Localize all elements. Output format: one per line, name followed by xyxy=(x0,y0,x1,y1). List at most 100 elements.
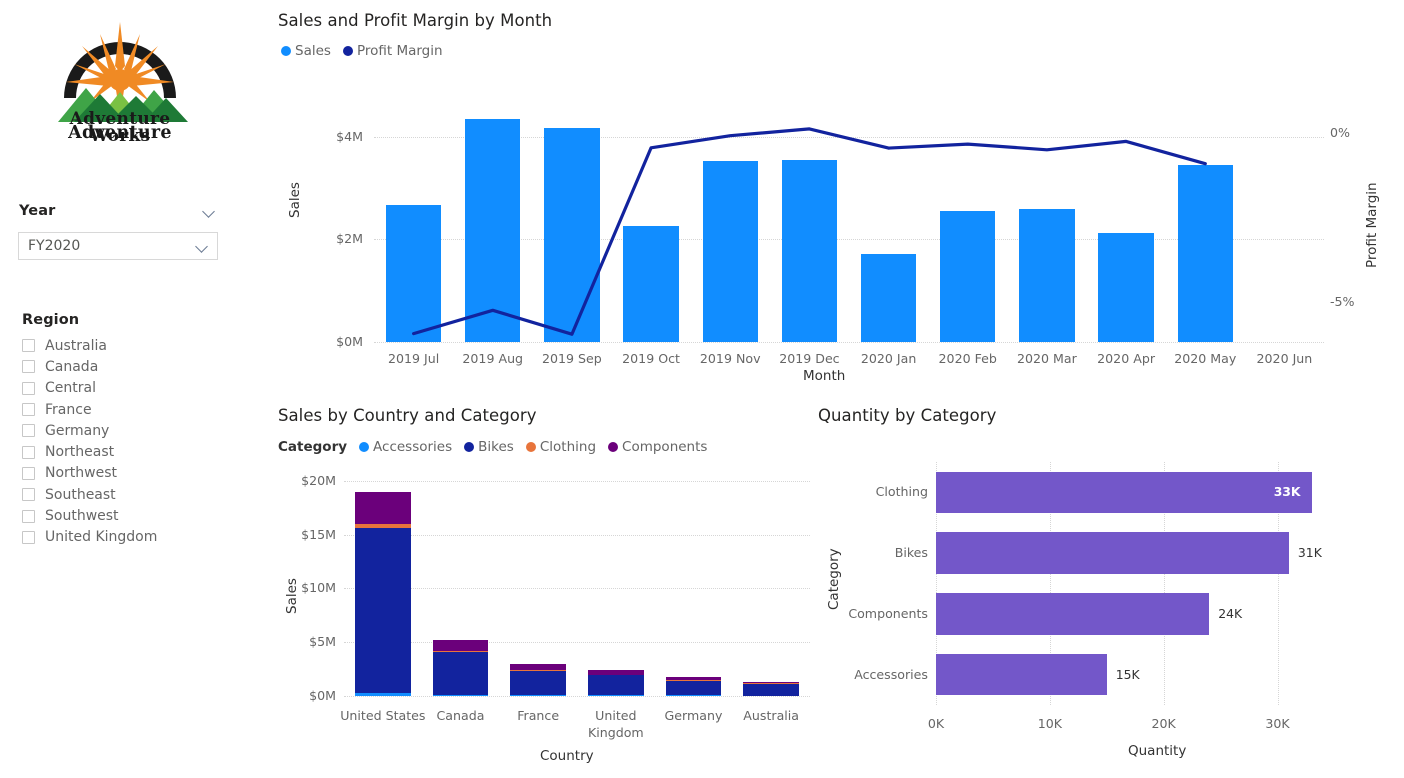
region-checkbox-item[interactable]: Central xyxy=(22,378,242,399)
region-slicer[interactable]: Region Australia Canada Central France Germa… xyxy=(22,312,242,548)
x-axis-tick-label[interactable]: 2020 Jun xyxy=(1245,351,1324,366)
legend-item-accessories[interactable]: Accessories xyxy=(359,439,452,455)
region-checkbox-item[interactable]: Southwest xyxy=(22,505,242,526)
x-axis-tick-label[interactable]: 2020 Mar xyxy=(1007,351,1086,366)
bar-segment[interactable] xyxy=(354,523,411,528)
chart-legend[interactable]: Sales Profit Margin xyxy=(281,43,452,59)
y-axis-tick-label: $15M xyxy=(301,526,336,542)
bar-segment[interactable] xyxy=(354,692,411,696)
bar-segment[interactable] xyxy=(354,492,411,524)
bar-row[interactable] xyxy=(936,653,1107,696)
bar-segment[interactable] xyxy=(432,650,489,653)
bar-data-label: 33K xyxy=(1273,484,1301,500)
region-checkbox-item[interactable]: Northwest xyxy=(22,463,242,484)
chart-legend[interactable]: Category Accessories Bikes Clothing Comp… xyxy=(278,439,716,455)
region-checkbox-item[interactable]: Northeast xyxy=(22,441,242,462)
sales-by-country-category-chart[interactable]: Sales by Country and Category Category A… xyxy=(278,404,818,778)
bar-segment[interactable] xyxy=(587,669,644,675)
x-axis-tick-label[interactable]: France xyxy=(493,707,583,724)
x-axis-tick-label[interactable]: 2019 Sep xyxy=(532,351,611,366)
region-checkbox-item[interactable]: Canada xyxy=(22,356,242,377)
plot-area: 33K 31K 24K 15K xyxy=(936,462,1322,705)
region-checkbox-item[interactable]: Southeast xyxy=(22,484,242,505)
x-axis-tick-label[interactable]: 2020 Feb xyxy=(928,351,1007,366)
y-axis-tick-label: $20M xyxy=(301,472,336,488)
bar-segment[interactable] xyxy=(510,671,567,696)
stacked-bar[interactable] xyxy=(354,492,411,696)
region-checkbox-item[interactable]: United Kingdom xyxy=(22,527,242,548)
year-slicer-header[interactable]: Year xyxy=(18,200,218,222)
legend-item-sales[interactable]: Sales xyxy=(281,43,331,59)
x-axis-tick-label[interactable]: 2019 Oct xyxy=(612,351,691,366)
profit-margin-line[interactable] xyxy=(374,106,1324,342)
category-tick-label[interactable]: Accessories xyxy=(840,667,928,682)
chevron-down-icon[interactable] xyxy=(196,240,209,253)
category-tick-label[interactable]: Clothing xyxy=(840,484,928,499)
x-axis-tick-label[interactable]: 2019 Aug xyxy=(453,351,532,366)
legend-item-bikes[interactable]: Bikes xyxy=(464,439,514,455)
checkbox-icon[interactable] xyxy=(22,339,35,353)
category-tick-label[interactable]: Components xyxy=(840,606,928,621)
region-checkbox-item[interactable]: France xyxy=(22,399,242,420)
x-axis-tick-label[interactable]: Canada xyxy=(416,707,506,724)
x-axis-tick-label[interactable]: 2020 May xyxy=(1166,351,1245,366)
category-tick-label[interactable]: Bikes xyxy=(840,545,928,560)
checkbox-icon[interactable] xyxy=(22,381,35,395)
x-axis-tick-label[interactable]: 2019 Dec xyxy=(770,351,849,366)
checkbox-icon[interactable] xyxy=(22,424,35,438)
checkbox-icon[interactable] xyxy=(22,466,35,480)
stacked-bar[interactable] xyxy=(587,669,644,696)
x-axis-tick-label[interactable]: 2019 Nov xyxy=(691,351,770,366)
year-slicer[interactable]: Year FY2020 xyxy=(18,200,218,260)
sales-profit-margin-chart[interactable]: Sales and Profit Margin by Month Sales P… xyxy=(278,6,1398,391)
bar-segment[interactable] xyxy=(743,681,800,684)
bar-segment[interactable] xyxy=(432,639,489,651)
checkbox-icon[interactable] xyxy=(22,445,35,459)
legend-item-profit-margin[interactable]: Profit Margin xyxy=(342,43,443,59)
bar-segment[interactable] xyxy=(432,652,489,695)
bar-row[interactable] xyxy=(936,593,1210,635)
checkbox-icon[interactable] xyxy=(22,403,35,417)
x-axis-tick-label[interactable]: United States xyxy=(338,707,428,724)
region-item-label: Germany xyxy=(45,422,110,439)
legend-item-clothing[interactable]: Clothing xyxy=(525,439,596,455)
region-checkbox-item[interactable]: Australia xyxy=(22,335,242,356)
x-axis-tick-label[interactable]: 2019 Jul xyxy=(374,351,453,366)
bar-segment[interactable] xyxy=(665,680,722,696)
legend-label: Accessories xyxy=(373,439,453,455)
checkbox-icon[interactable] xyxy=(22,360,35,374)
checkbox-icon[interactable] xyxy=(22,509,35,523)
region-item-label: United Kingdom xyxy=(45,529,158,546)
region-checkbox-list[interactable]: Australia Canada Central France Germany North… xyxy=(22,335,242,548)
stacked-bar[interactable] xyxy=(743,681,800,696)
bar-data-label: 24K xyxy=(1218,605,1243,621)
bar-segment[interactable] xyxy=(665,677,722,681)
legend-item-components[interactable]: Components xyxy=(608,439,707,455)
x-axis-tick-label[interactable]: Germany xyxy=(649,707,739,724)
stacked-bar[interactable] xyxy=(665,677,722,696)
x-axis-tick-label[interactable]: United Kingdom xyxy=(571,707,661,741)
region-checkbox-item[interactable]: Germany xyxy=(22,420,242,441)
year-dropdown[interactable]: FY2020 xyxy=(18,232,218,260)
y-axis-tick-label: $0M xyxy=(309,688,336,703)
bar-row[interactable] xyxy=(936,532,1289,574)
legend-label: Sales xyxy=(295,43,331,59)
checkbox-icon[interactable] xyxy=(22,488,35,502)
x-axis-tick-label[interactable]: 2020 Apr xyxy=(1087,351,1166,366)
checkbox-icon[interactable] xyxy=(22,530,35,544)
chart-title: Sales and Profit Margin by Month xyxy=(278,11,553,30)
bar-segment[interactable] xyxy=(510,663,567,671)
bar-segment[interactable] xyxy=(354,527,411,693)
legend-label: Components xyxy=(622,439,708,455)
x-axis-tick-label[interactable]: Australia xyxy=(726,707,816,724)
x-axis-tick-label[interactable]: 2020 Jan xyxy=(849,351,928,366)
bar-segment[interactable] xyxy=(587,675,644,696)
stacked-bar[interactable] xyxy=(510,663,567,696)
y2-axis-title: Profit Margin xyxy=(1364,182,1380,268)
bar-segment[interactable] xyxy=(743,683,800,696)
stacked-bar[interactable] xyxy=(432,639,489,696)
chevron-down-icon[interactable] xyxy=(203,205,216,218)
quantity-by-category-chart[interactable]: Quantity by Category Category Quantity 3… xyxy=(818,404,1398,778)
y2-axis-tick-label: -5% xyxy=(1330,293,1355,309)
bar-row[interactable] xyxy=(936,471,1312,514)
